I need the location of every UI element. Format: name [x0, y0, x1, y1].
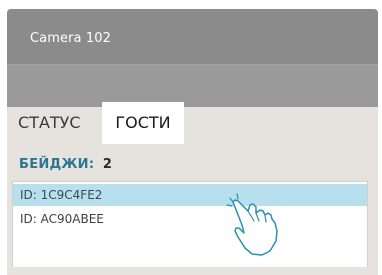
list-item[interactable]: ID: 1C9C4FE2	[13, 184, 367, 206]
app-frame: Camera 102 СТАТУС ГОСТИ БЕЙДЖИ: 2 ID: 1C…	[0, 0, 382, 275]
tab-guests[interactable]: ГОСТИ	[102, 102, 184, 144]
badges-label: БЕЙДЖИ:	[19, 157, 95, 172]
title-bar: Camera 102	[7, 9, 378, 64]
badge-list: ID: 1C9C4FE2 ID: AC90ABEE	[12, 181, 368, 267]
toolbar	[7, 64, 378, 107]
list-item[interactable]: ID: AC90ABEE	[13, 208, 367, 230]
badges-header: БЕЙДЖИ: 2	[19, 157, 112, 172]
tab-status[interactable]: СТАТУС	[18, 102, 81, 144]
tap-hand-icon	[226, 193, 278, 256]
badges-count: 2	[102, 157, 112, 172]
window-title: Camera 102	[30, 31, 111, 46]
